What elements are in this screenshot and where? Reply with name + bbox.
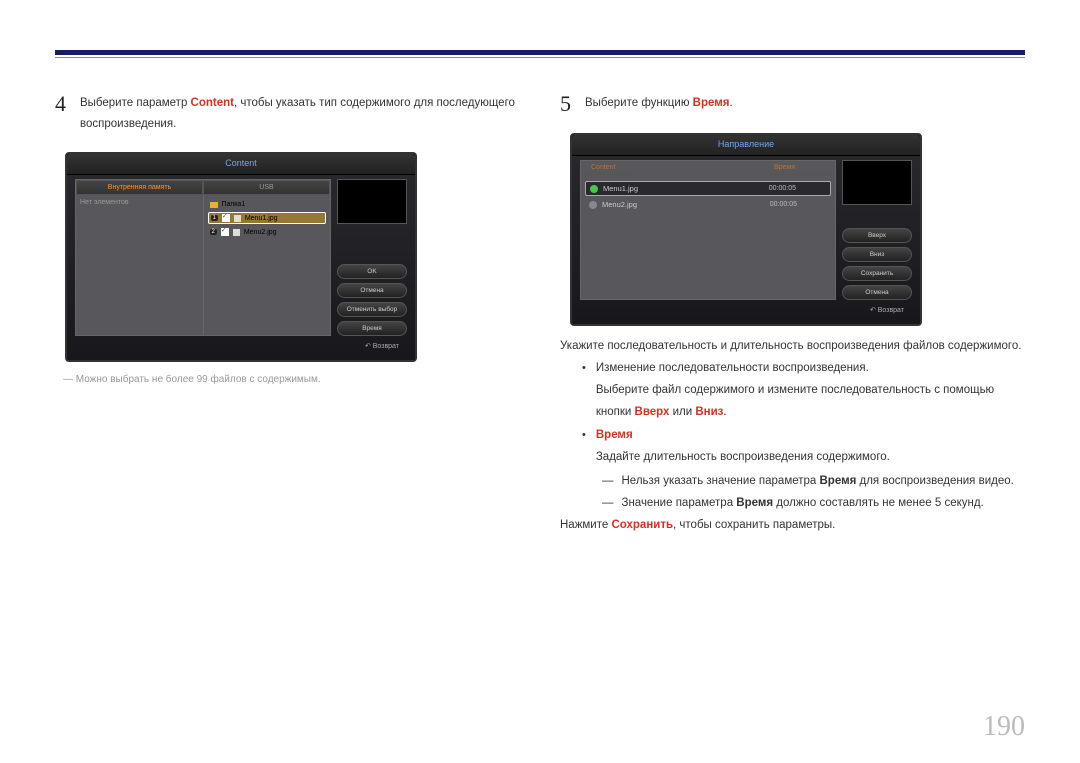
dir-time2: 00:00:05 — [770, 201, 827, 208]
note-text: ― Можно выбрать не более 99 файлов с сод… — [63, 372, 520, 388]
dash-icon: ― — [602, 471, 614, 493]
b1-title: Изменение последовательности воспроизвед… — [596, 358, 1025, 380]
content-list-area: Внутренняя память USB Нет элементов — [75, 179, 331, 336]
preview-box — [337, 179, 407, 224]
return-row[interactable]: ↶ Возврат — [75, 336, 407, 352]
return-row[interactable]: ↶ Возврат — [580, 300, 912, 316]
left-column: 4 Выберите параметр Content, чтобы указа… — [55, 93, 520, 537]
col-time: Время — [764, 161, 835, 175]
direction-panel-title: Направление — [572, 135, 920, 156]
content-panel: Content Внутренняя память USB Нет элемен… — [65, 152, 417, 362]
b1-text: Выберите файл содержимого и измените пос… — [596, 380, 1025, 424]
b2-title: Время — [596, 425, 890, 447]
b2-text: Задайте длительность воспроизведения сод… — [596, 447, 890, 469]
step-number-4: 4 — [55, 93, 66, 115]
sub2: Значение параметра Время должно составля… — [622, 493, 984, 515]
file-row-2[interactable]: 2 Menu2.jpg — [208, 226, 327, 238]
file-icon — [233, 229, 240, 236]
folder-label: Папка1 — [222, 201, 246, 208]
right-pane: Папка1 1 Menu1.jpg 2 — [204, 195, 331, 335]
preview-box — [842, 160, 912, 205]
cancel-button[interactable]: Отмена — [337, 283, 407, 298]
folder-row[interactable]: Папка1 — [208, 199, 327, 210]
time-button[interactable]: Время — [337, 321, 407, 336]
step-number-5: 5 — [560, 93, 571, 115]
right-body: Укажите последовательность и длительност… — [560, 336, 1025, 537]
sub1: Нельзя указать значение параметра Время … — [622, 471, 1014, 493]
dir-file2: Menu2.jpg — [602, 200, 637, 209]
right-column: 5 Выберите функцию Время. Направление Co… — [560, 93, 1025, 537]
dir-row-2[interactable]: Menu2.jpg 00:00:05 — [585, 198, 831, 211]
step4-red: Content — [191, 97, 234, 109]
check-icon — [221, 228, 229, 236]
dir-time1: 00:00:05 — [769, 185, 826, 192]
p2: Нажмите Сохранить, чтобы сохранить парам… — [560, 515, 1025, 537]
num-1: 1 — [211, 215, 218, 221]
file1-label: Menu1.jpg — [245, 215, 278, 222]
tab-internal[interactable]: Внутренняя память — [76, 180, 203, 195]
tab-usb[interactable]: USB — [203, 180, 330, 195]
direction-list-area: Content Время Menu1.jpg 00:00:05 — [580, 160, 836, 300]
file2-label: Menu2.jpg — [244, 229, 277, 236]
p1: Укажите последовательность и длительност… — [560, 336, 1025, 358]
page-number: 190 — [983, 711, 1025, 743]
step5-t2: . — [729, 97, 732, 109]
green-dot-icon — [590, 185, 598, 193]
deselect-button[interactable]: Отменить выбор — [337, 302, 407, 317]
grey-dot-icon — [589, 201, 597, 209]
direction-panel: Направление Content Время Menu1.jpg — [570, 133, 922, 326]
ok-button[interactable]: OK — [337, 264, 407, 279]
left-pane: Нет элементов — [76, 195, 204, 335]
content-panel-title: Content — [67, 154, 415, 175]
down-button[interactable]: Вниз — [842, 247, 912, 262]
return-label: Возврат — [878, 307, 904, 314]
dir-row-1[interactable]: Menu1.jpg 00:00:05 — [585, 181, 831, 196]
num-2: 2 — [210, 229, 217, 235]
step-4-text: Выберите параметр Content, чтобы указать… — [80, 93, 520, 134]
file-row-1[interactable]: 1 Menu1.jpg — [208, 212, 327, 224]
dir-file1: Menu1.jpg — [603, 184, 638, 193]
header-rule — [55, 50, 1025, 55]
return-label: Возврат — [373, 343, 399, 350]
cancel-button[interactable]: Отмена — [842, 285, 912, 300]
step5-t1: Выберите функцию — [585, 97, 693, 109]
folder-icon — [210, 202, 218, 208]
up-button[interactable]: Вверх — [842, 228, 912, 243]
dash-icon: ― — [602, 493, 614, 515]
header-thin-rule — [55, 57, 1025, 58]
step-5-text: Выберите функцию Время. — [585, 93, 733, 114]
col-content: Content — [581, 161, 636, 175]
no-items-label: Нет элементов — [80, 199, 129, 206]
check-icon — [222, 214, 230, 222]
step5-red: Время — [693, 97, 730, 109]
file-icon — [234, 215, 241, 222]
bullet-dot: • — [582, 425, 586, 469]
bullet-dot: • — [582, 358, 586, 424]
save-button[interactable]: Сохранить — [842, 266, 912, 281]
step4-t1: Выберите параметр — [80, 97, 191, 109]
